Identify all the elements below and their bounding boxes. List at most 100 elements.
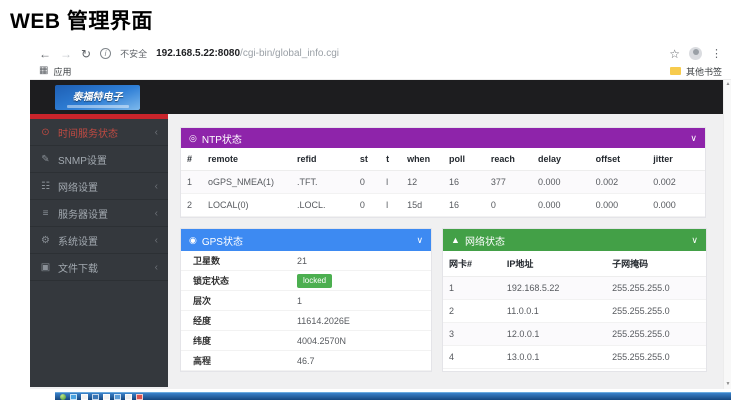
table-cell: 11.0.0.1	[501, 300, 606, 323]
table-cell: 255.255.255.0	[606, 300, 706, 323]
table-cell: 12.0.0.1	[501, 323, 606, 346]
gps-panel-header[interactable]: ◉ GPS状态 ∨	[181, 229, 431, 251]
logo-subtext-bar	[67, 105, 129, 108]
chevron-left-icon: ‹	[155, 127, 158, 138]
taskbar-icon[interactable]	[114, 394, 121, 400]
sidebar-item-file-download[interactable]: ▣ 文件下载 ‹	[30, 254, 168, 281]
ntp-status-panel: ◎ NTP状态 ∨ # remote refid st t when poll	[180, 127, 706, 218]
table-cell: l	[380, 194, 401, 217]
network-table-row: 4 13.0.0.1 255.255.255.0	[443, 346, 706, 369]
gear-icon: ⚙	[40, 235, 51, 246]
sidebar-item-system-settings[interactable]: ⚙ 系统设置 ‹	[30, 227, 168, 254]
gps-field-row: 高程 46.7	[181, 351, 431, 371]
windows-taskbar[interactable]	[55, 392, 731, 400]
back-icon[interactable]: ←	[39, 48, 51, 60]
gps-field-row: 卫星数 21	[181, 251, 431, 271]
network-table-row: 1 192.168.5.22 255.255.255.0	[443, 277, 706, 300]
table-cell: 192.168.5.22	[501, 277, 606, 300]
field-label: 卫星数	[193, 254, 297, 267]
table-cell: 16	[443, 171, 485, 194]
chevron-down-icon[interactable]: ∨	[691, 235, 698, 246]
ntp-col-header: jitter	[647, 148, 705, 171]
table-cell: 2	[443, 300, 501, 323]
chevron-left-icon: ‹	[155, 235, 158, 246]
sidebar-item-network-settings[interactable]: ☷ 网络设置 ‹	[30, 173, 168, 200]
taskbar-icon[interactable]	[125, 394, 132, 400]
taskbar-icon[interactable]	[70, 394, 77, 400]
scroll-up-icon[interactable]: ▲	[724, 80, 732, 89]
ntp-col-header: remote	[202, 148, 291, 171]
sidebar-item-time-service-status[interactable]: ⊙ 时间服务状态 ‹	[30, 119, 168, 146]
page-scrollbar[interactable]: ▲ ▼	[723, 80, 731, 389]
url-host: 192.168.5.22:8080	[156, 48, 240, 59]
field-label: 高程	[193, 354, 297, 367]
table-cell: 2	[181, 194, 202, 217]
sidebar-item-label: 系统设置	[58, 233, 148, 248]
table-cell: 255.255.255.0	[606, 323, 706, 346]
site-info-icon[interactable]: i	[100, 48, 111, 59]
chevron-down-icon[interactable]: ∨	[416, 235, 423, 246]
gps-status-panel: ◉ GPS状态 ∨ 卫星数 21 锁定状态 locked 层次 1	[180, 228, 432, 372]
clock-icon: ⊙	[40, 127, 51, 138]
network-panel-header[interactable]: ▲ 网络状态 ∨	[443, 229, 706, 251]
chevron-down-icon[interactable]: ∨	[690, 133, 697, 144]
table-cell: LOCAL(0)	[202, 194, 291, 217]
logo-text: 泰福特电子	[73, 88, 123, 103]
field-label: 纬度	[193, 334, 297, 347]
bookmarks-bar: ▦ 应用 其他书签	[30, 63, 731, 80]
table-cell: 0.000	[647, 194, 705, 217]
ntp-panel-header[interactable]: ◎ NTP状态 ∨	[181, 128, 705, 148]
ntp-table-row: 1 oGPS_NMEA(1) .TFT. 0 l 12 16 377 0.000…	[181, 171, 705, 194]
sidebar-item-label: 时间服务状态	[58, 125, 148, 140]
field-value: 46.7	[297, 356, 315, 366]
browser-menu-icon[interactable]: ⋮	[711, 47, 722, 60]
other-bookmarks[interactable]: 其他书签	[670, 65, 722, 78]
ntp-col-header: delay	[532, 148, 590, 171]
field-value: 4004.2570N	[297, 336, 346, 346]
ntp-col-header: when	[401, 148, 443, 171]
reload-icon[interactable]: ↻	[81, 48, 91, 60]
start-button-icon[interactable]	[60, 394, 66, 400]
sidebar-item-snmp-settings[interactable]: ✎ SNMP设置	[30, 146, 168, 173]
taskbar-icon[interactable]	[103, 394, 110, 400]
apps-label[interactable]: 应用	[53, 65, 71, 78]
table-cell: l	[380, 171, 401, 194]
chevron-left-icon: ‹	[155, 208, 158, 219]
network-col-header: IP地址	[501, 251, 606, 277]
ntp-panel-title: NTP状态	[202, 131, 242, 146]
company-logo[interactable]: 泰福特电子	[55, 85, 140, 110]
gps-pin-icon: ◉	[189, 235, 197, 246]
forward-icon[interactable]: →	[60, 48, 72, 60]
bookmark-star-icon[interactable]: ☆	[669, 47, 680, 61]
table-cell: 15d	[401, 194, 443, 217]
network-panel-title: 网络状态	[465, 233, 505, 248]
taskbar-icon[interactable]	[81, 394, 88, 400]
field-value: 21	[297, 256, 307, 266]
scroll-down-icon[interactable]: ▼	[724, 380, 732, 389]
table-cell: 255.255.255.0	[606, 346, 706, 369]
sidebar-item-server-settings[interactable]: ≡ 服务器设置 ‹	[30, 200, 168, 227]
address-bar[interactable]: 192.168.5.22:8080/cgi-bin/global_info.cg…	[156, 48, 339, 59]
ntp-col-header: offset	[590, 148, 648, 171]
profile-avatar[interactable]	[689, 47, 702, 60]
network-status-panel: ▲ 网络状态 ∨ 网卡# IP地址 子网掩码	[442, 228, 707, 372]
network-table-row: 2 11.0.0.1 255.255.255.0	[443, 300, 706, 323]
taskbar-icon[interactable]	[92, 394, 99, 400]
security-label[interactable]: 不安全	[120, 47, 147, 60]
table-cell: 255.255.255.0	[606, 277, 706, 300]
taskbar-icon[interactable]	[136, 394, 143, 400]
ntp-col-header: refid	[291, 148, 354, 171]
table-cell: 0.000	[532, 171, 590, 194]
field-label: 层次	[193, 294, 297, 307]
apps-grid-icon[interactable]: ▦	[39, 66, 48, 76]
browser-window: ← → ↻ i 不安全 192.168.5.22:8080/cgi-bin/gl…	[30, 44, 731, 391]
other-bookmarks-label: 其他书签	[686, 65, 722, 78]
ntp-col-header: #	[181, 148, 202, 171]
field-label: 锁定状态	[193, 274, 297, 287]
gps-field-row: 纬度 4004.2570N	[181, 331, 431, 351]
table-cell: .TFT.	[291, 171, 354, 194]
table-cell: 0.002	[647, 171, 705, 194]
ntp-table-header-row: # remote refid st t when poll reach dela…	[181, 148, 705, 171]
field-label: 经度	[193, 314, 297, 327]
table-cell: 0.002	[590, 171, 648, 194]
